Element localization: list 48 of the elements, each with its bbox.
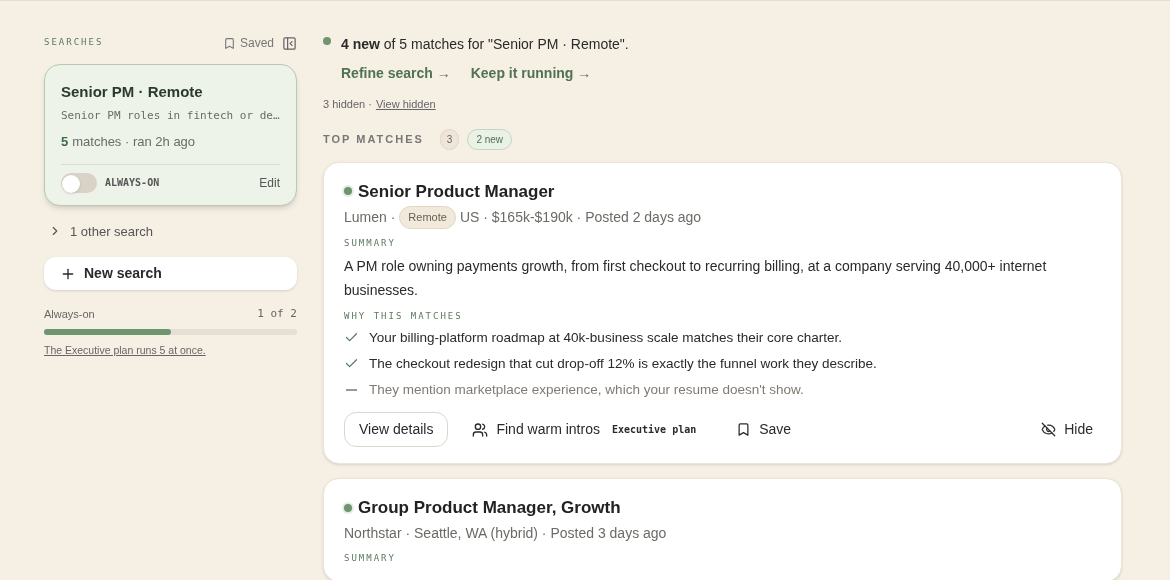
match-info: matches · ran 2h ago xyxy=(72,133,196,151)
job-meta: US · $165k-$190k · Posted 2 days ago xyxy=(459,207,702,227)
new-search-button[interactable]: New search xyxy=(44,257,297,290)
action-link[interactable]: Refine search → xyxy=(341,63,451,84)
always-on-label: ALWAYS-ON xyxy=(105,176,160,190)
why-label: WHY THIS MATCHES xyxy=(344,310,464,323)
collapse-sidebar-button[interactable] xyxy=(282,35,297,51)
search-card[interactable]: Senior PM · Remote Senior PM roles in fintech or de… 5 matches · ran 2h ago ALWAYS-ON Edit xyxy=(44,64,297,206)
edit-button[interactable]: Edit xyxy=(259,173,280,192)
save-button[interactable]: Save xyxy=(736,419,792,441)
search-title: Senior PM · Remote xyxy=(61,82,204,102)
action-link[interactable]: Keep it running → xyxy=(470,63,592,84)
plan-link[interactable]: The Executive plan runs 5 at once. xyxy=(44,342,297,359)
results-summary: 4 new of 5 matches for "Senior PM · Remote". xyxy=(341,35,629,54)
count-badge: 3 xyxy=(439,128,460,150)
hide-button[interactable]: Hide xyxy=(1041,419,1093,441)
summary-label: SUMMARY xyxy=(344,551,397,565)
location-tag: Remote xyxy=(399,206,456,229)
plan-label: Executive plan xyxy=(611,423,697,438)
match-reason: The checkout redesign that cut drop-off 12% is exactly the funnel work they describe. xyxy=(369,354,877,373)
section-heading: TOP MATCHES xyxy=(323,131,424,147)
job-title[interactable]: Senior Product Manager xyxy=(358,178,555,204)
quota-label: Always-on xyxy=(44,307,95,322)
dash-icon xyxy=(346,389,357,391)
job-summary: A PM role owning payments growth, from first checkout to recurring billing, at a company serving 40,000+ internet businesses. xyxy=(344,257,1048,300)
find-intros-button[interactable]: Find warm intros xyxy=(472,419,600,441)
new-badge: 2 new xyxy=(467,128,513,150)
saved-button[interactable]: Saved xyxy=(222,34,274,52)
quota-reading: 1 of 2 xyxy=(257,306,297,322)
hide-icon xyxy=(1041,422,1057,438)
view-hidden-link[interactable]: View hidden xyxy=(375,96,436,113)
match-count: 5 xyxy=(61,133,69,151)
job-title[interactable]: Group Product Manager, Growth xyxy=(358,495,621,521)
other-searches-toggle[interactable]: 1 other search xyxy=(48,221,297,241)
sidebar-icon xyxy=(282,35,297,51)
view-details-button[interactable]: View details xyxy=(344,412,449,448)
bookmark-icon xyxy=(222,36,236,50)
summary-label: SUMMARY xyxy=(344,236,397,250)
job-meta: Lumen · xyxy=(344,207,396,227)
section-heading: SEARCHES xyxy=(44,36,104,50)
match-reason: They mention marketplace experience, which your resume doesn't show. xyxy=(369,381,804,399)
always-on-toggle[interactable] xyxy=(61,172,97,193)
hidden-count: 3 hidden · xyxy=(323,97,372,112)
match-reason: Your billing-platform roadmap at 40k-business scale matches their core charter. xyxy=(369,328,842,347)
people-icon xyxy=(472,421,489,438)
job-meta: Northstar · Seattle, WA (hybrid) · Posted 3 days ago xyxy=(344,523,667,543)
search-description: Senior PM roles in fintech or de… xyxy=(61,107,280,124)
bookmark-icon xyxy=(736,422,752,438)
